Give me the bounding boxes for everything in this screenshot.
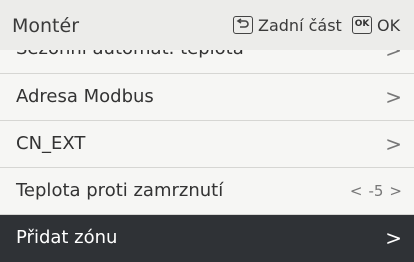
settings-list: Sezónní automat. teplota > Adresa Modbus… [0,38,414,262]
ok-button[interactable]: OK OK [352,14,400,36]
list-item-antifreeze-temp[interactable]: Teplota proti zamrznutí < -5 > [0,168,414,215]
chevron-right-icon[interactable]: > [389,182,402,200]
page-title: Montér [12,15,80,37]
list-item-add-zone[interactable]: Přidat zónu > [0,215,414,262]
chevron-right-icon: > [385,85,402,109]
list-item-label: Adresa Modbus [16,86,154,107]
chevron-right-icon: > [385,226,402,250]
list-item-label: Teplota proti zamrznutí [16,180,224,201]
list-item-cn-ext[interactable]: CN_EXT > [0,121,414,168]
header-bar: Montér Zadní část OK OK [0,0,414,50]
back-button[interactable]: Zadní část [233,14,342,36]
value-stepper[interactable]: < -5 > [350,182,402,200]
antifreeze-value: -5 [368,182,384,200]
list-item-label: Přidat zónu [16,227,118,248]
list-item-modbus-address[interactable]: Adresa Modbus > [0,74,414,121]
chevron-left-icon[interactable]: < [350,182,363,200]
back-key-icon [233,16,253,34]
back-label: Zadní část [258,15,342,35]
chevron-right-icon: > [385,132,402,156]
ok-label: OK [377,15,401,35]
ok-key-icon: OK [352,16,372,34]
list-item-label: CN_EXT [16,133,86,154]
